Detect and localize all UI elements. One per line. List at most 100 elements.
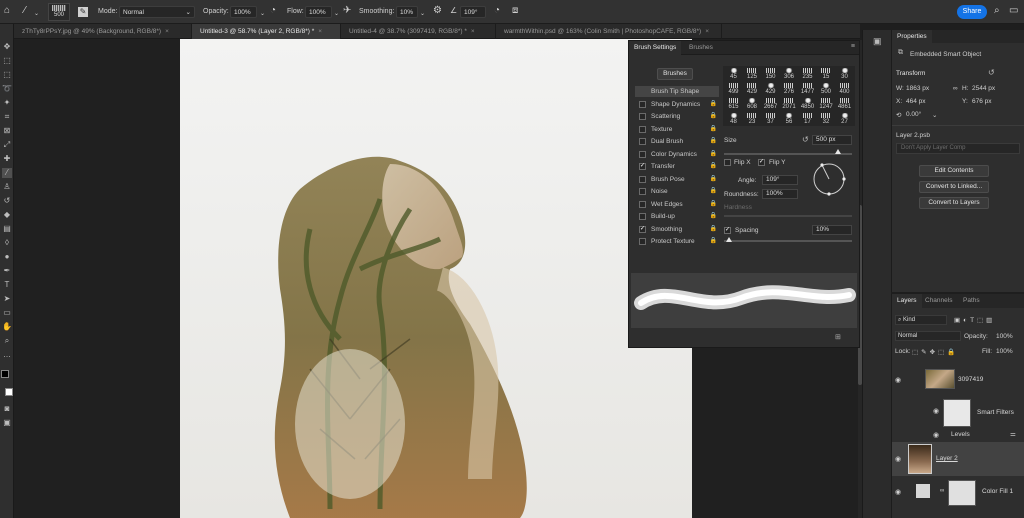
lock-icon[interactable]: 🔒 [710, 149, 717, 160]
dodge-tool-icon[interactable]: ● [2, 252, 12, 262]
chevron-down-icon[interactable]: ⌄ [34, 8, 39, 20]
panel-menu-icon[interactable]: ≡ [851, 43, 855, 50]
eye-icon[interactable]: ◉ [895, 376, 901, 384]
frame-tool-icon[interactable]: ⊠ [2, 126, 12, 136]
home-icon[interactable]: ⌂ [4, 5, 10, 17]
spacing-field[interactable]: 10% [812, 225, 852, 235]
tab-properties[interactable]: Properties [892, 30, 932, 44]
double-exposure-artwork[interactable] [180, 39, 692, 518]
size-field[interactable]: 500 px [812, 135, 852, 145]
option-checkbox[interactable] [639, 238, 646, 245]
quick-mask-icon[interactable]: ◙ [2, 404, 12, 414]
eye-icon[interactable]: ◉ [933, 407, 939, 415]
convert-to-linked-button[interactable]: Convert to Linked... [919, 181, 989, 193]
eyedropper-tool-icon[interactable]: ⤢ [2, 140, 12, 150]
option-checkbox[interactable]: ✓ [639, 225, 646, 233]
x-value[interactable]: 464 px [906, 98, 926, 105]
symmetry-icon[interactable]: ⧈ [512, 5, 518, 17]
filter-options-icon[interactable]: ⚌ [1010, 430, 1016, 438]
flip-x-checkbox[interactable] [724, 159, 731, 166]
option-checkbox[interactable] [639, 150, 646, 158]
brush-tip-preset[interactable]: 37 [763, 112, 778, 131]
lock-icons[interactable]: ⬚✎✥⬚🔒 [912, 348, 958, 356]
type-tool-icon[interactable]: T [2, 280, 12, 290]
spacing-slider[interactable] [724, 240, 852, 242]
artboard-tool-icon[interactable]: ⬚ [2, 56, 12, 66]
brush-tip-grid[interactable]: 45 125 150 306 235 15 30 499 429 429 276 1477 500 400… [723, 66, 855, 126]
pen-tool-icon[interactable]: ✒ [2, 266, 12, 276]
crop-tool-icon[interactable]: ⌗ [2, 112, 12, 122]
lock-icon[interactable]: 🔒 [710, 224, 717, 235]
chevron-down-icon[interactable]: ⌄ [932, 111, 937, 119]
lock-icon[interactable]: 🔒 [710, 99, 717, 110]
eye-icon[interactable]: ◉ [895, 488, 901, 496]
lasso-tool-icon[interactable]: ➰ [2, 84, 12, 94]
history-brush-icon[interactable]: ↺ [2, 196, 12, 206]
size-slider[interactable] [724, 153, 852, 155]
layer-comp-select[interactable]: Don't Apply Layer Comp [896, 143, 1020, 154]
lock-icon[interactable]: 🔒 [710, 136, 717, 147]
brush-option-item[interactable]: Texture 🔒 [635, 124, 719, 135]
healing-tool-icon[interactable]: ✚ [2, 154, 12, 164]
eye-icon[interactable]: ◉ [933, 431, 939, 439]
pressure-size-icon[interactable]: ◔ [494, 5, 500, 17]
brush-option-item[interactable]: Brush Tip Shape [635, 86, 719, 97]
brush-option-item[interactable]: Noise 🔒 [635, 186, 719, 197]
angle-value[interactable]: 0.00° [906, 111, 921, 118]
blur-tool-icon[interactable]: ◊ [2, 238, 12, 248]
more-tools-icon[interactable]: … [2, 350, 12, 360]
brush-tool-icon[interactable]: ⁄ [2, 168, 12, 178]
document-tab[interactable]: Untitled-4 @ 38.7% (3097419, RGB/8*) * × [341, 24, 496, 39]
lock-icon[interactable]: 🔒 [710, 199, 717, 210]
option-checkbox[interactable] [639, 175, 646, 183]
angle-field[interactable]: 109° [460, 6, 486, 18]
mode-select[interactable]: Normal ⌄ [119, 6, 195, 18]
close-icon[interactable]: × [165, 28, 169, 35]
path-select-icon[interactable]: ➤ [2, 294, 12, 304]
brush-tip-preset[interactable]: 17 [800, 112, 815, 131]
brush-option-item[interactable]: ✓ Smoothing 🔒 [635, 224, 719, 235]
eraser-tool-icon[interactable]: ◆ [2, 210, 12, 220]
layer-filter-icons[interactable]: ▣◐T⬚▥ [954, 316, 995, 324]
brushes-button[interactable]: Brushes [657, 68, 693, 80]
opacity-value[interactable]: 100% [996, 333, 1013, 340]
roundness-field[interactable]: 100% [762, 189, 798, 199]
move-tool-icon[interactable]: ✥ [2, 42, 12, 52]
reset-size-icon[interactable]: ↺ [802, 135, 809, 144]
close-icon[interactable]: × [705, 28, 709, 35]
brush-tip-preset[interactable]: 56 [782, 112, 797, 131]
chevron-down-icon[interactable]: ⌄ [334, 8, 339, 20]
layer-row[interactable]: ◉ ∞ Color Fill 1 [892, 478, 1024, 508]
workspace-icon[interactable]: ▭ [1009, 5, 1018, 17]
brush-option-item[interactable]: Protect Texture 🔒 [635, 236, 719, 247]
pressure-opacity-icon[interactable]: ◔ [270, 5, 276, 17]
tab-brushes[interactable]: Brushes [684, 41, 718, 55]
gradient-tool-icon[interactable]: ▤ [2, 224, 12, 234]
layer-row[interactable]: ◉ Smart Filters [892, 395, 1024, 427]
brush-option-item[interactable]: Build-up 🔒 [635, 211, 719, 222]
lock-icon[interactable]: 🔒 [710, 124, 717, 135]
lock-icon[interactable]: 🔒 [710, 236, 717, 247]
spacing-checkbox[interactable]: ✓ [724, 227, 731, 234]
layer-row-selected[interactable]: ◉ Layer 2 [892, 442, 1024, 476]
new-preset-icon[interactable]: ⊞ [835, 333, 841, 341]
brush-option-item[interactable]: Scattering 🔒 [635, 111, 719, 122]
brush-option-item[interactable]: Shape Dynamics 🔒 [635, 99, 719, 110]
close-icon[interactable]: × [471, 28, 475, 35]
hand-tool-icon[interactable]: ✋ [2, 322, 12, 332]
size-slider-knob[interactable] [835, 149, 841, 154]
layer-row[interactable]: ◉ 3097419 [892, 365, 1024, 395]
search-icon[interactable]: ⌕ [994, 5, 1000, 17]
chevron-down-icon[interactable]: ⌄ [260, 8, 265, 20]
brush-option-item[interactable]: Dual Brush 🔒 [635, 136, 719, 147]
angle-field[interactable]: 109° [762, 175, 798, 185]
option-checkbox[interactable] [639, 200, 646, 208]
tab-layers[interactable]: Layers [892, 294, 922, 308]
document-tab[interactable]: warmthWithin.psd @ 163% (Colin Smith | P… [496, 24, 722, 39]
lock-icon[interactable]: 🔒 [710, 111, 717, 122]
brush-tip-preset[interactable]: 48 [726, 112, 741, 131]
airbrush-icon[interactable]: ✈ [343, 5, 351, 17]
brush-option-item[interactable]: ✓ Transfer 🔒 [635, 161, 719, 172]
brush-tip-preset[interactable]: 27 [837, 112, 852, 131]
background-color-swatch[interactable] [5, 388, 13, 396]
